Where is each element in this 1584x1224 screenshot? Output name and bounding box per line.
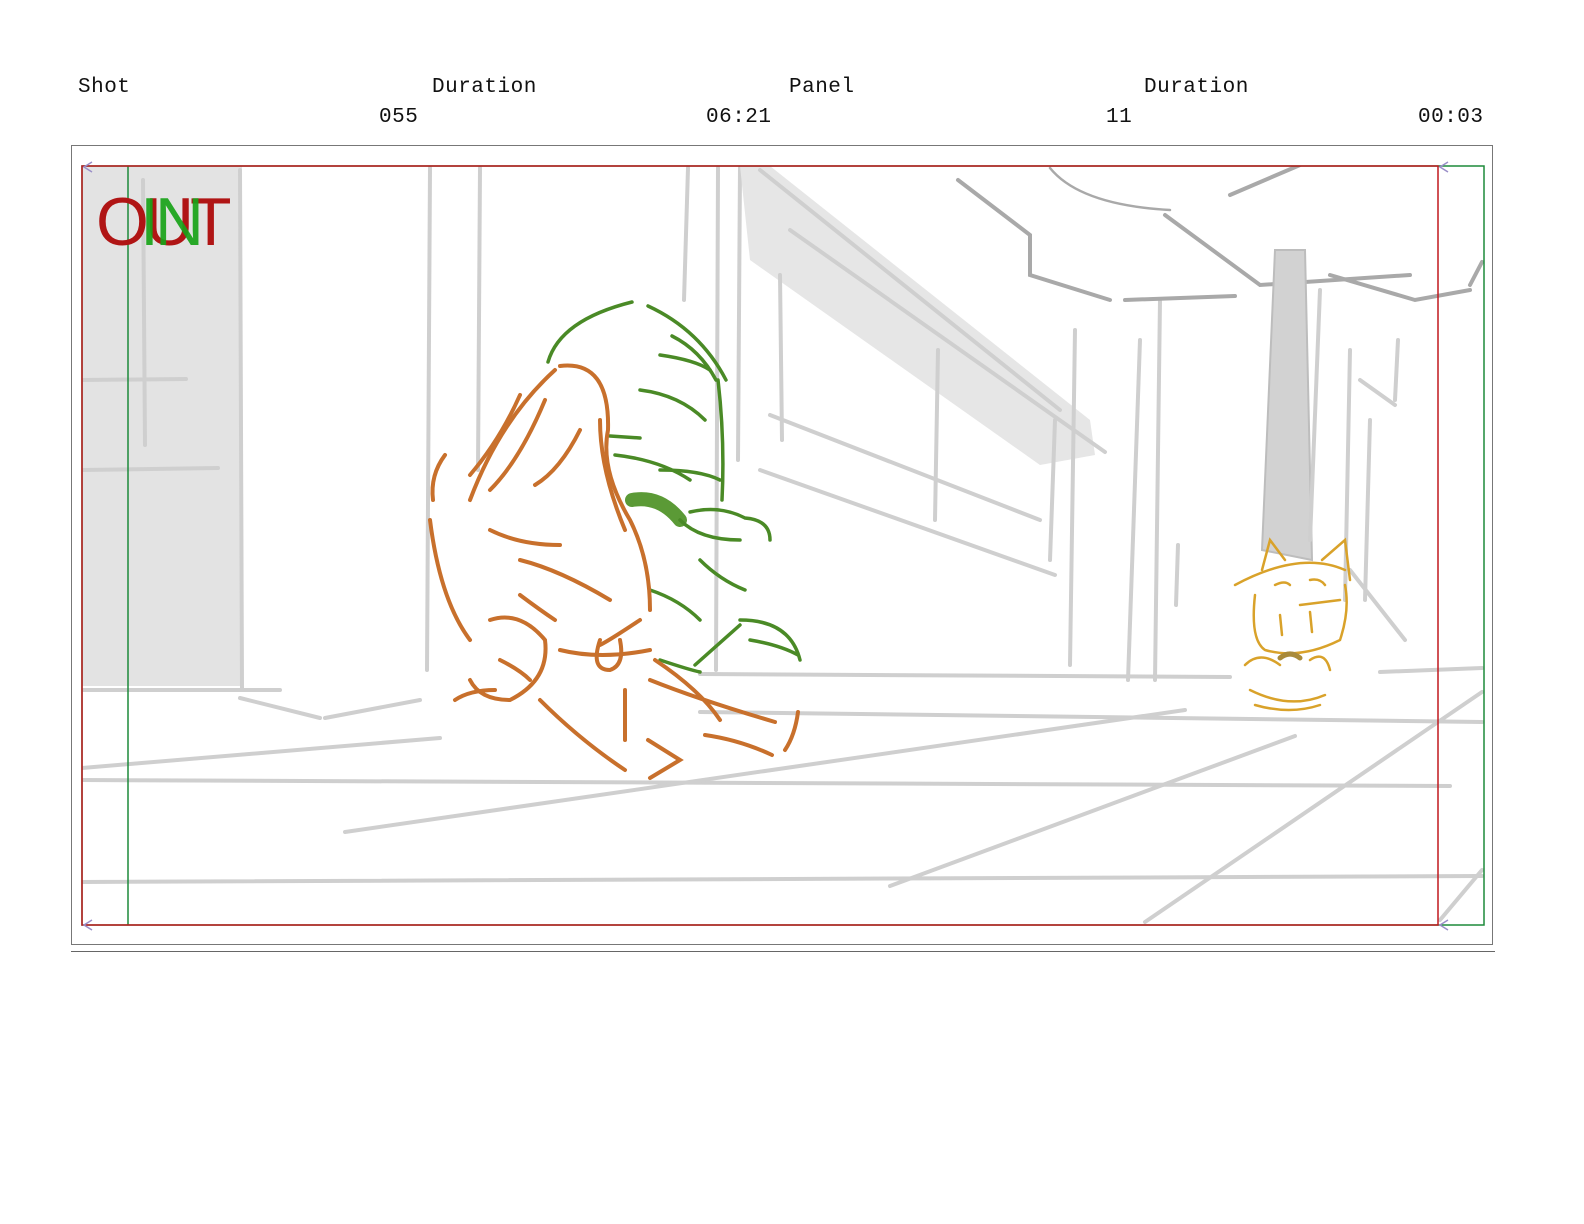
- yellow-character-sketch: [1233, 537, 1352, 712]
- panel-divider: [71, 951, 1495, 952]
- in-stamp: IN: [140, 184, 204, 260]
- green-character-sketch: [546, 300, 802, 674]
- orange-character-sketch: [428, 363, 800, 780]
- frame-corner-markers: [82, 161, 1449, 931]
- storyboard-sketch: [81, 161, 1485, 931]
- out-frame-edge: [81, 165, 1439, 926]
